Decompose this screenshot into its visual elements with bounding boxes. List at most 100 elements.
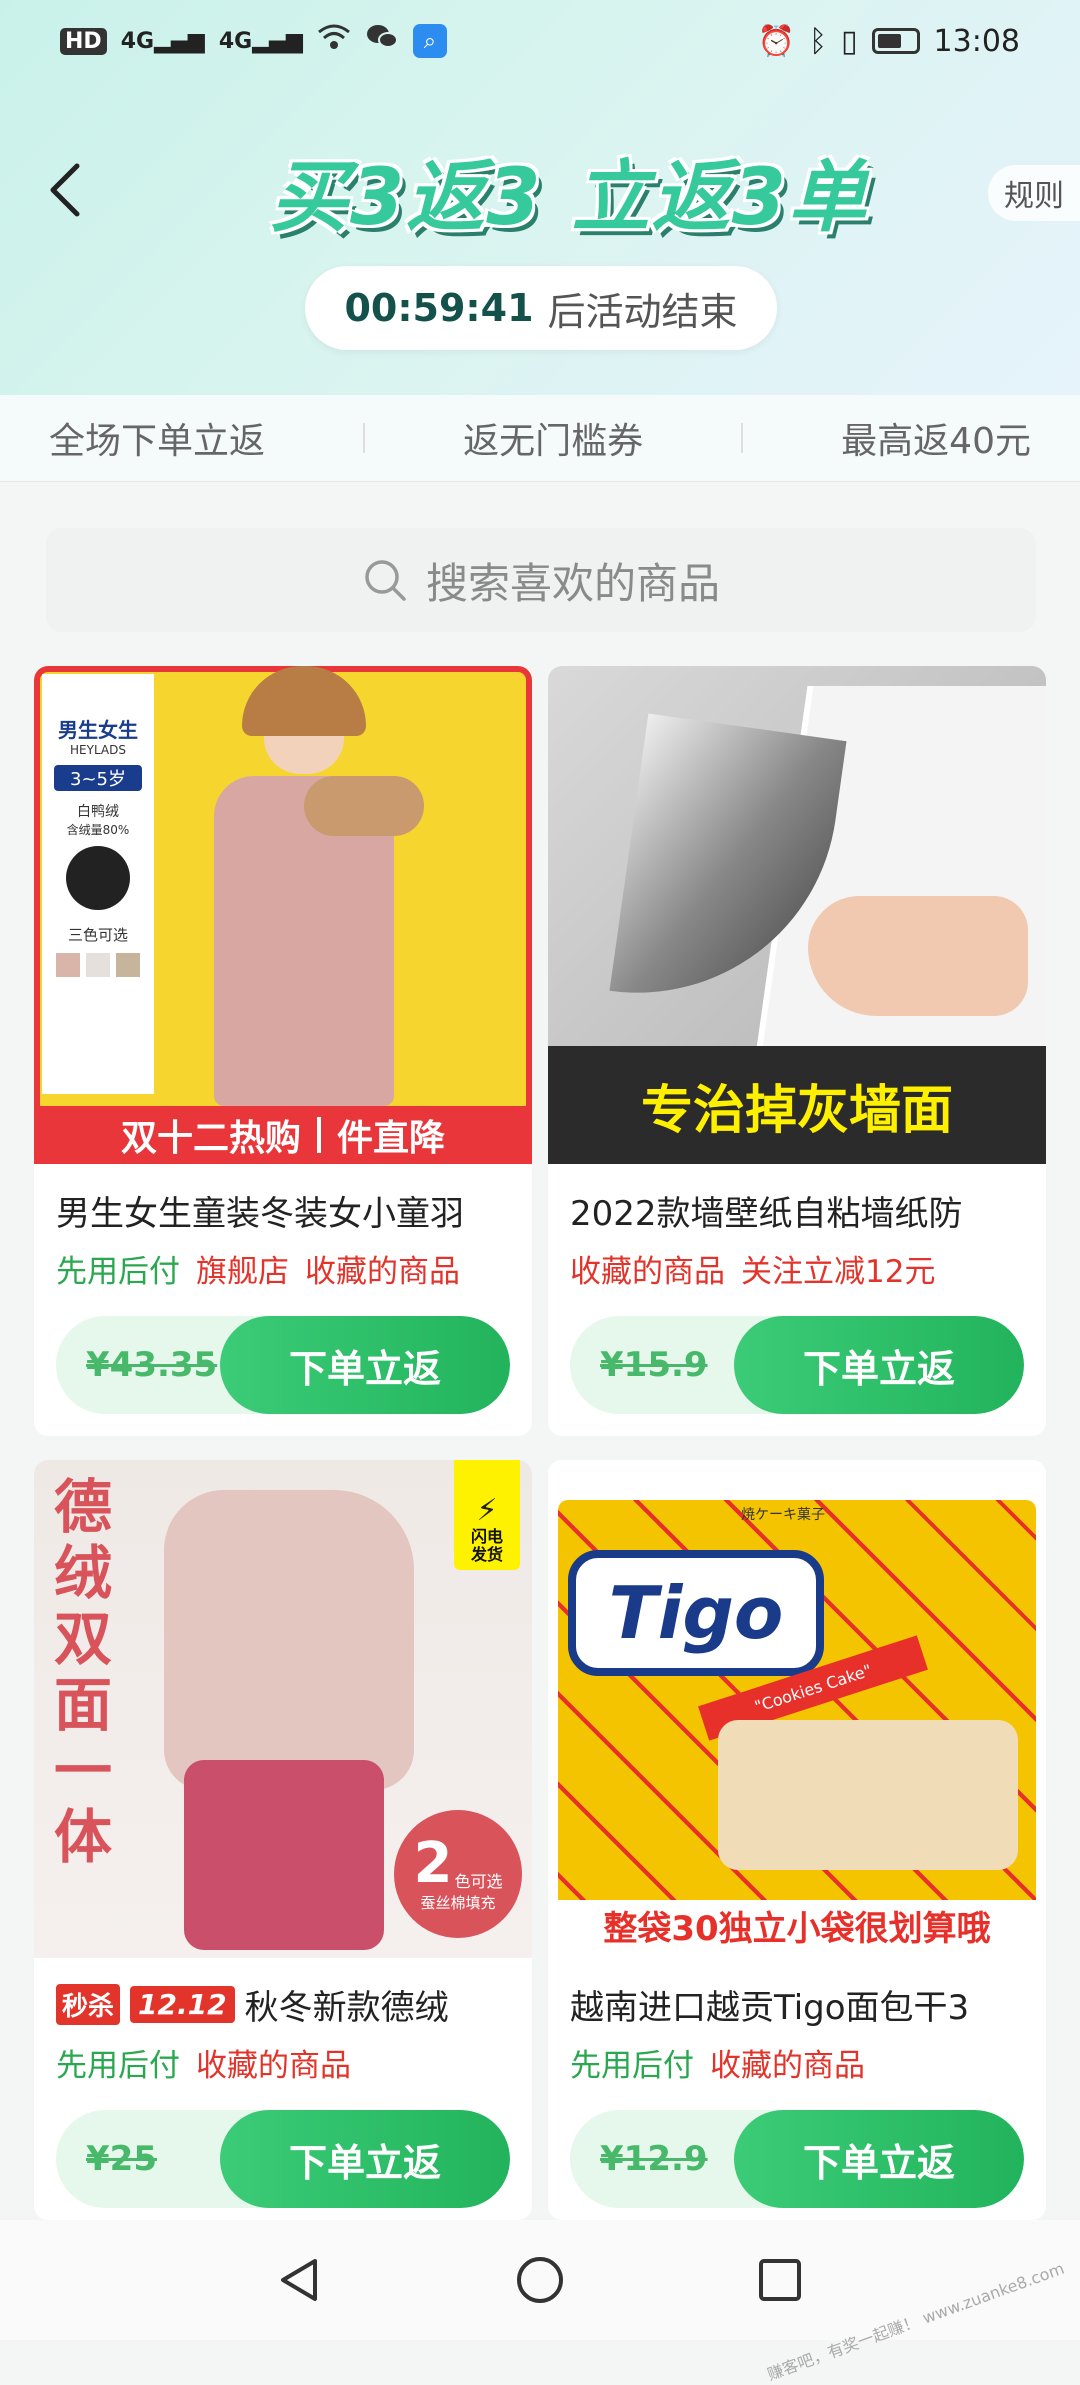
- product-title-text: 秋冬新款德绒: [244, 1988, 449, 2028]
- product-image[interactable]: 德 绒 双 面 一 体 ⚡ 闪电发货 2 色可选 蚕丝棉填充: [34, 1460, 532, 1958]
- tag: 收藏的商品: [196, 2048, 351, 2084]
- product-title[interactable]: 男生女生童装冬装女小童羽: [56, 1186, 516, 1235]
- product-image[interactable]: 焼ケーキ菓子 Tigo "Cookies Cake" 整袋30独立小袋很划算哦: [548, 1460, 1046, 1958]
- countdown-suffix: 后活动结束: [547, 289, 738, 334]
- slogan-char: 绒: [53, 1539, 112, 1607]
- image-caption: 专治掉灰墙面: [548, 1046, 1046, 1164]
- buy-button-label: 下单立返: [220, 1316, 510, 1414]
- product-image[interactable]: 男生女生 HEYLADS 3~5岁 白鸭绒 含绒量80% 三色可选 双十二热购 …: [34, 666, 532, 1164]
- nav-recents-button[interactable]: [745, 2245, 815, 2315]
- square-recents-icon: [759, 2259, 801, 2301]
- wechat-icon: [365, 22, 399, 60]
- search-input[interactable]: 搜索喜欢的商品: [46, 528, 1036, 632]
- color-count-badge: 2 色可选 蚕丝棉填充: [394, 1810, 522, 1938]
- hd-icon: HD: [60, 27, 107, 55]
- image-caption: 整袋30独立小袋很划算哦: [548, 1900, 1046, 1950]
- product-image[interactable]: 专治掉灰墙面: [548, 666, 1046, 1164]
- nav-home-button[interactable]: [505, 2245, 575, 2315]
- buy-rebate-button[interactable]: ¥25 下单立返: [56, 2110, 510, 2208]
- feature-bar: 全场下单立返 返无门槛券 最高返40元: [0, 395, 1080, 482]
- fleece-knee: [164, 1490, 414, 1790]
- buy-rebate-button[interactable]: ¥15.9 下单立返: [570, 1316, 1024, 1414]
- product-title-text: 2022款墙壁纸自粘墙纸防: [570, 1194, 963, 1234]
- nav-back-button[interactable]: [265, 2245, 335, 2315]
- countdown-timer: 00:59:41 后活动结束: [305, 266, 777, 350]
- tag: 旗舰店: [196, 1254, 289, 1290]
- flash-label: 闪电发货: [470, 1527, 503, 1564]
- tag: 先用后付: [56, 1254, 180, 1290]
- tag: 先用后付: [56, 2048, 180, 2084]
- product-tags: 收藏的商品 关注立减12元: [570, 1246, 1040, 1291]
- feature-item-max: 最高返40元: [841, 421, 1031, 462]
- search-app-icon: ⌕: [412, 24, 447, 58]
- product-title[interactable]: 越南进口越贡Tigo面包干3: [570, 1980, 1030, 2029]
- network-label-2: 4G: [218, 28, 253, 54]
- product-title[interactable]: 2022款墙壁纸自粘墙纸防: [570, 1186, 1030, 1235]
- brand-name: 男生女生: [58, 718, 138, 742]
- brand-en: HEYLADS: [70, 743, 126, 757]
- product-card[interactable]: 专治掉灰墙面 2022款墙壁纸自粘墙纸防 收藏的商品 关注立减12元 ¥15.9…: [548, 666, 1046, 1436]
- buy-button-label: 下单立返: [220, 2110, 510, 2208]
- flash-badge: ⚡ 闪电发货: [454, 1460, 520, 1570]
- bluetooth-icon: ᛒ: [809, 23, 828, 59]
- rules-button[interactable]: 规则: [988, 165, 1080, 221]
- product-title[interactable]: 秒杀 12.12 秋冬新款德绒: [56, 1980, 516, 2029]
- product-card[interactable]: 德 绒 双 面 一 体 ⚡ 闪电发货 2 色可选 蚕丝棉填充 秒杀 12.12 秋…: [34, 1460, 532, 2220]
- colors-note: 三色可选: [67, 926, 128, 944]
- product-tags: 先用后付 旗舰店 收藏的商品: [56, 1246, 526, 1291]
- signal-icon-2: 4G▂▄▆: [218, 28, 303, 54]
- battery-icon: [871, 28, 920, 54]
- color-count: 2: [413, 1830, 453, 1896]
- promo-1212-badge: 12.12: [130, 1986, 235, 2023]
- status-left: HD 4G▂▄▆ 4G▂▄▆ ⌕: [60, 22, 447, 60]
- caption-right: 件直降: [337, 1118, 446, 1159]
- vibrate-icon: ▯: [841, 23, 858, 59]
- chevron-left-icon: [50, 163, 80, 217]
- original-price: ¥15.9: [600, 1345, 708, 1385]
- tag: 关注立减12元: [741, 1254, 936, 1290]
- triangle-back-icon: [281, 2259, 317, 2301]
- fur-hood: [304, 776, 424, 836]
- wifi-icon: [317, 22, 351, 60]
- slogan-char: 面: [53, 1671, 112, 1739]
- alarm-icon: ⏰: [757, 23, 796, 59]
- buy-rebate-button[interactable]: ¥43.35 下单立返: [56, 1316, 510, 1414]
- slogan-char: 体: [53, 1803, 112, 1871]
- down-note: 白鸭绒: [77, 804, 119, 820]
- original-price: ¥12.9: [600, 2139, 708, 2179]
- back-button[interactable]: [35, 150, 95, 230]
- info-panel: 男生女生 HEYLADS 3~5岁 白鸭绒 含绒量80% 三色可选: [42, 674, 154, 1094]
- status-time: 13:08: [933, 23, 1020, 59]
- product-card[interactable]: 男生女生 HEYLADS 3~5岁 白鸭绒 含绒量80% 三色可选 双十二热购 …: [34, 666, 532, 1436]
- hand: [808, 896, 1028, 1016]
- tag: 先用后付: [570, 2048, 694, 2084]
- product-title-text: 越南进口越贡Tigo面包干3: [570, 1988, 970, 2028]
- circle-home-icon: [517, 2257, 563, 2303]
- status-right: ⏰ ᛒ ▯ 13:08: [758, 24, 1020, 59]
- original-price: ¥25: [86, 2139, 157, 2179]
- product-title-text: 男生女生童装冬装女小童羽: [56, 1194, 464, 1234]
- signal-icon: 4G▂▄▆: [120, 28, 205, 54]
- promo-caption: 双十二热购 件直降: [34, 1106, 532, 1164]
- header-banner: HD 4G▂▄▆ 4G▂▄▆ ⌕ ⏰ ᛒ ▯ 13:08 买3返3 立返3单 规…: [0, 0, 1080, 395]
- original-price: ¥43.35: [86, 1345, 218, 1385]
- divider: [363, 423, 366, 453]
- buy-button-label: 下单立返: [734, 2110, 1024, 2208]
- buy-rebate-button[interactable]: ¥12.9 下单立返: [570, 2110, 1024, 2208]
- flash-sale-badge: 秒杀: [56, 1984, 121, 2025]
- package-top-label: 焼ケーキ菓子: [741, 1507, 825, 1523]
- slogan-char: 一: [53, 1737, 112, 1805]
- search-icon: [365, 560, 406, 601]
- banner-title: 买3返3 立返3单: [270, 153, 868, 243]
- tag: 收藏的商品: [710, 2048, 865, 2084]
- product-tags: 先用后付 收藏的商品: [570, 2040, 1040, 2085]
- product-card[interactable]: 焼ケーキ菓子 Tigo "Cookies Cake" 整袋30独立小袋很划算哦 …: [548, 1460, 1046, 2220]
- status-bar: HD 4G▂▄▆ 4G▂▄▆ ⌕ ⏰ ᛒ ▯ 13:08: [60, 18, 1020, 64]
- tag: 收藏的商品: [570, 1254, 725, 1290]
- color-swatches: [42, 953, 154, 977]
- vertical-slogan: 德 绒 双 面 一 体: [48, 1474, 118, 1870]
- buy-button-label: 下单立返: [734, 1316, 1024, 1414]
- age-badge: 3~5岁: [54, 765, 142, 791]
- countdown-time: 00:59:41: [344, 286, 534, 330]
- color-label: 色可选: [454, 1871, 503, 1891]
